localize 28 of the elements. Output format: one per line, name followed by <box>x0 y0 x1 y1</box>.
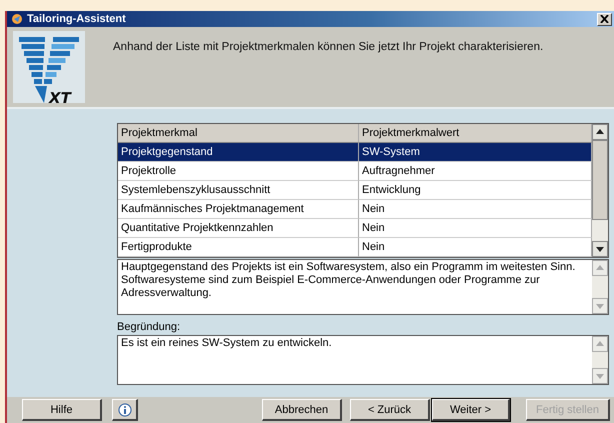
reason-label: Begründung: <box>117 321 181 333</box>
table-cell[interactable]: Systemlebenszyklusausschnitt <box>118 181 359 200</box>
window-icon <box>11 13 23 25</box>
window-title: Tailoring-Assistent <box>27 13 127 25</box>
instruction-text: Anhand der Liste mit Projektmerkmalen können Sie jetzt Ihr Projekt charakterisieren. <box>113 41 544 55</box>
wizard-button[interactable]: Abbrechen <box>262 399 342 421</box>
table-cell[interactable]: Fertigprodukte <box>118 238 359 257</box>
wizard-button[interactable]: Weiter > <box>432 399 510 421</box>
scrollbar[interactable] <box>592 124 608 257</box>
help-button[interactable]: Hilfe <box>22 399 102 421</box>
column-header[interactable]: Projektmerkmalwert <box>359 124 592 143</box>
info-button[interactable] <box>112 399 138 421</box>
info-icon <box>118 402 132 416</box>
description-text: Hauptgegenstand des Projekts ist ein Softwaresystem, also ein Programm im weitesten Sinn. Softwaresysteme sind zum Beispiel E-Commerce-Anwendungen oder Programme zur Adressverwaltung. <box>120 260 576 301</box>
logo-drawing: XT <box>13 31 85 103</box>
table-cell[interactable]: Auftragnehmer <box>359 162 592 181</box>
close-button[interactable] <box>597 12 612 26</box>
table-cell[interactable]: Nein <box>359 219 592 238</box>
wizard-button[interactable]: < Zurück <box>350 399 430 421</box>
table-cell[interactable]: Projektrolle <box>118 162 359 181</box>
table-cell[interactable]: Entwicklung <box>359 181 592 200</box>
column-header[interactable]: Projektmerkmal <box>118 124 359 143</box>
table-cell[interactable]: Projektgegenstand <box>118 143 359 162</box>
table-cell[interactable]: SW-System <box>359 143 592 162</box>
table-cell[interactable]: Quantitative Projektkennzahlen <box>118 219 359 238</box>
table-cell[interactable]: Nein <box>359 238 592 257</box>
table-cell[interactable]: Kaufmännisches Projektmanagement <box>118 200 359 219</box>
table-cell[interactable]: Nein <box>359 200 592 219</box>
